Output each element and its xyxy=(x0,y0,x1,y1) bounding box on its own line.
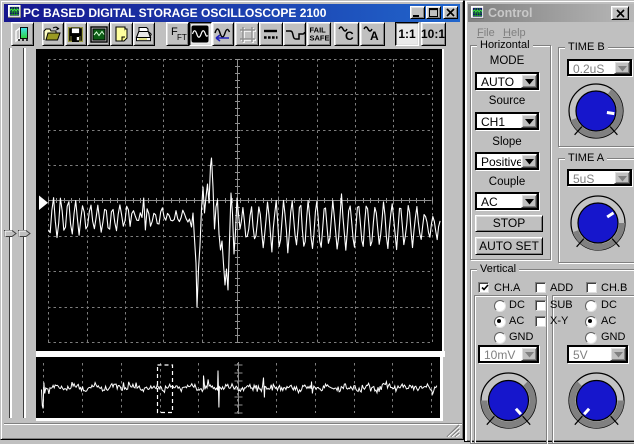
svg-text:C: C xyxy=(345,29,354,43)
svg-text:FT: FT xyxy=(177,33,187,42)
svg-text:SAFE: SAFE xyxy=(309,34,329,43)
svg-text:A: A xyxy=(370,29,379,43)
